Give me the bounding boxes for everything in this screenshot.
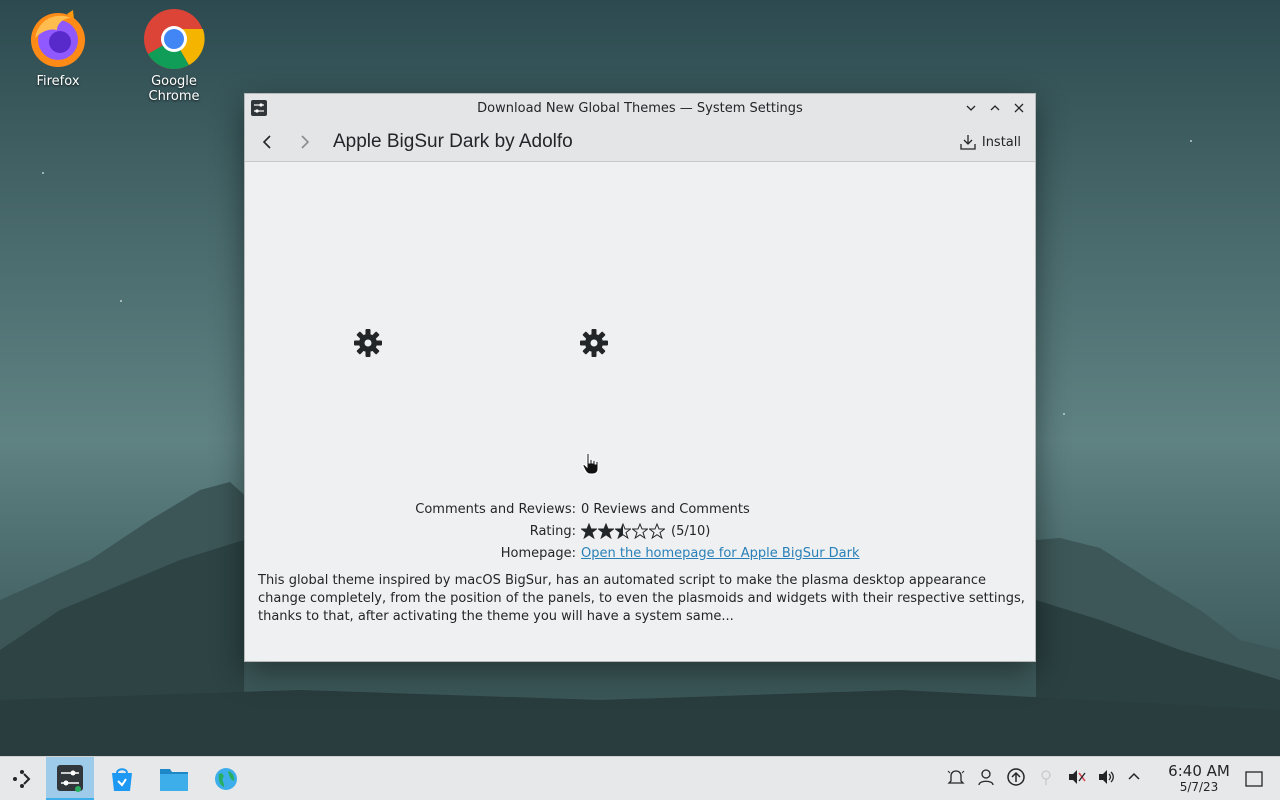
- task-system-settings[interactable]: [46, 757, 94, 800]
- download-icon: [960, 135, 976, 150]
- homepage-link[interactable]: Open the homepage for Apple BigSur Dark: [581, 546, 860, 561]
- audio-muted-icon[interactable]: [1066, 767, 1088, 791]
- desktop-icon-label: Firefox: [36, 74, 80, 89]
- app-launcher-button[interactable]: [4, 757, 40, 800]
- discover-icon: [112, 768, 132, 791]
- theme-description: This global theme inspired by macOS BigS…: [258, 573, 1025, 624]
- chevron-right-icon: [301, 134, 310, 149]
- task-file-manager[interactable]: [152, 757, 196, 800]
- star-icon: [632, 523, 648, 539]
- loading-gear-icon: [354, 329, 382, 357]
- desktop-icon-firefox[interactable]: Firefox: [8, 8, 108, 89]
- chevron-left-icon: [262, 134, 271, 149]
- star: [1190, 140, 1192, 142]
- close-button[interactable]: [1009, 98, 1029, 118]
- taskbar: 6:40 AM 5/7/23: [0, 756, 1280, 800]
- system-settings-icon: [251, 100, 267, 116]
- network-icon[interactable]: [1036, 767, 1058, 791]
- back-button[interactable]: [253, 128, 281, 156]
- rating-label: Rating:: [529, 523, 576, 539]
- clock-time: 6:40 AM: [1168, 762, 1230, 780]
- window-titlebar[interactable]: Download New Global Themes — System Sett…: [245, 94, 1035, 122]
- window-toolbar: Apple BigSur Dark by Adolfo Install: [245, 122, 1035, 162]
- page-title: Apple BigSur Dark by Adolfo: [333, 130, 573, 152]
- theme-details: Comments and Reviews: 0 Reviews and Comm…: [245, 162, 1035, 661]
- star: [120, 300, 122, 302]
- notifications-icon[interactable]: [946, 767, 968, 791]
- homepage-label: Homepage:: [500, 545, 576, 561]
- minimize-button[interactable]: [961, 98, 981, 118]
- rating-value: (5/10): [671, 523, 711, 539]
- system-settings-icon: [57, 764, 83, 792]
- app-launcher-icon: [13, 770, 31, 788]
- star-icon: [615, 523, 631, 539]
- comments-label: Comments and Reviews:: [415, 501, 576, 517]
- volume-icon[interactable]: [1096, 767, 1118, 791]
- updates-icon[interactable]: [1006, 767, 1028, 791]
- expand-tray-icon[interactable]: [1126, 769, 1148, 789]
- rating-row: Rating: (5/10): [245, 520, 1035, 542]
- forward-button[interactable]: [291, 128, 319, 156]
- chrome-icon: [143, 8, 205, 70]
- star: [1063, 413, 1065, 415]
- clock-date: 5/7/23: [1179, 780, 1219, 794]
- star-icon: [581, 523, 597, 539]
- settings-window: Download New Global Themes — System Sett…: [244, 93, 1036, 662]
- comments-value: 0 Reviews and Comments: [581, 501, 750, 517]
- rating-stars: [581, 523, 665, 539]
- homepage-row: Homepage: Open the homepage for Apple Bi…: [245, 542, 1035, 564]
- task-discover[interactable]: [100, 757, 144, 800]
- file-manager-icon: [160, 769, 188, 791]
- system-tray: [946, 757, 1148, 800]
- user-icon[interactable]: [976, 767, 998, 791]
- loading-gear-icon: [580, 329, 608, 357]
- install-button[interactable]: Install: [958, 128, 1023, 156]
- window-title: Download New Global Themes — System Sett…: [477, 100, 803, 116]
- maximize-button[interactable]: [985, 98, 1005, 118]
- desktop-icon-label: Google Chrome: [148, 74, 200, 104]
- star-icon: [649, 523, 665, 539]
- star: [42, 172, 44, 174]
- browser-globe-icon: [215, 768, 237, 790]
- clock[interactable]: 6:40 AM 5/7/23: [1166, 762, 1232, 795]
- task-browser[interactable]: [204, 757, 248, 800]
- show-desktop-button[interactable]: [1240, 757, 1268, 800]
- comments-row: Comments and Reviews: 0 Reviews and Comm…: [245, 498, 1035, 520]
- firefox-icon: [27, 8, 89, 70]
- hand-cursor-icon: [582, 452, 599, 475]
- desktop-icon-chrome[interactable]: Google Chrome: [124, 8, 224, 104]
- star-icon: [598, 523, 614, 539]
- show-desktop-icon: [1245, 771, 1263, 787]
- install-label: Install: [981, 134, 1021, 150]
